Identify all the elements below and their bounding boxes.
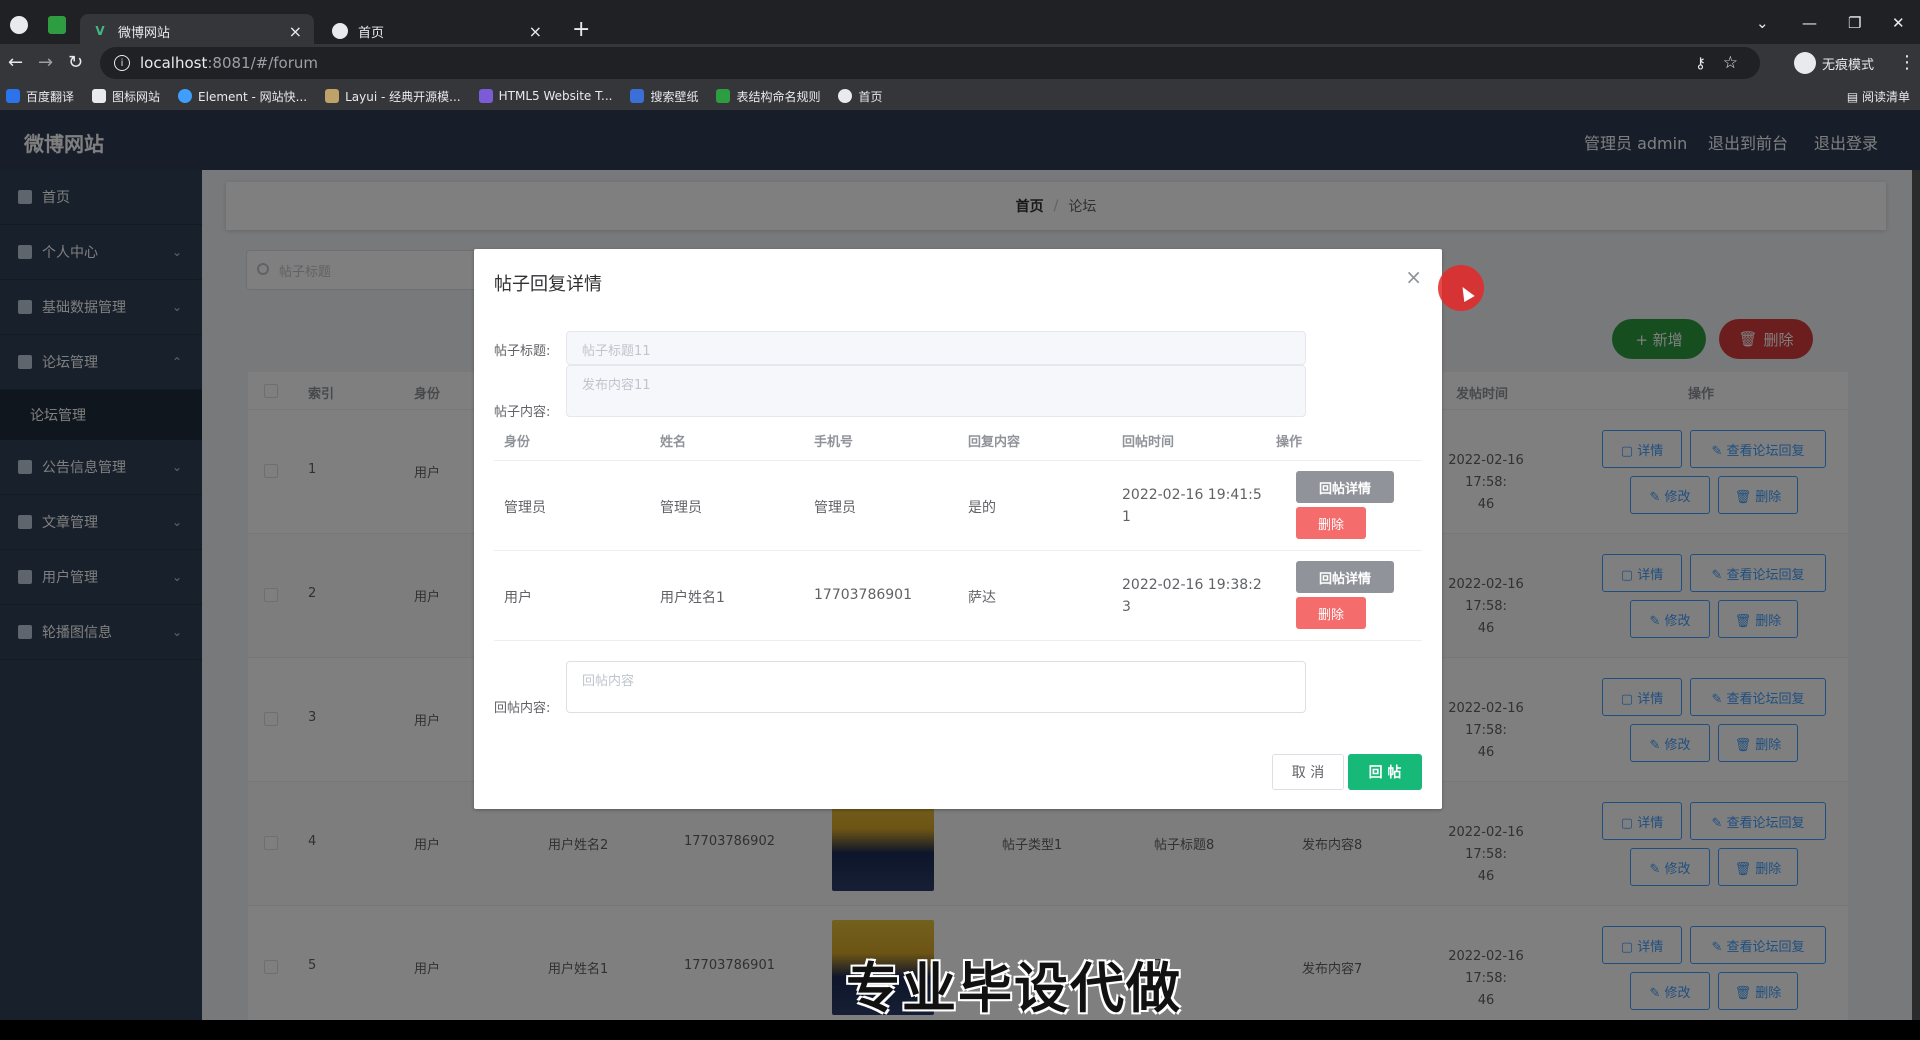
element-icon xyxy=(178,89,193,103)
bookmark-item[interactable]: Element - 网站快... xyxy=(178,88,307,105)
translate-icon xyxy=(6,89,20,103)
dialog-title: 帖子回复详情 xyxy=(494,274,602,295)
bookmark-label: 百度翻译 xyxy=(26,89,75,104)
incognito-icon xyxy=(1794,52,1816,74)
reply-header-name: 姓名 xyxy=(660,435,687,450)
bookmark-item[interactable]: 图标网站 xyxy=(92,88,160,105)
bookmark-label: Element - 网站快... xyxy=(198,89,308,104)
key-icon[interactable]: ⚷ xyxy=(1695,54,1706,72)
url-host: localhost xyxy=(140,54,208,72)
watermark-text: 专业毕设代做 xyxy=(846,957,1182,1020)
reading-list[interactable]: ▤ 阅读清单 xyxy=(1847,88,1910,105)
reply-header-identity: 身份 xyxy=(504,435,531,450)
minimize-icon[interactable]: — xyxy=(1802,14,1817,32)
table-icon xyxy=(716,89,731,103)
bookmark-item[interactable]: HTML5 Website T... xyxy=(478,89,613,103)
screen-bottom-bar xyxy=(0,1020,1920,1040)
submit-reply-button[interactable]: 回 帖 xyxy=(1348,754,1422,790)
layui-icon xyxy=(325,89,340,103)
tab-home[interactable]: 首页 × xyxy=(320,14,554,48)
tab-label: 首页 xyxy=(358,25,385,41)
flag-icon xyxy=(92,89,107,103)
url-path: :8081/#/forum xyxy=(207,54,318,72)
post-title-field: 帖子标题11 xyxy=(566,331,1306,365)
reply-row: 管理员 管理员 管理员 是的 2022-02-16 19:41:5 1 回帖详情… xyxy=(494,461,1422,551)
bookmark-item[interactable]: 首页 xyxy=(838,88,883,105)
app-favicon xyxy=(48,16,66,34)
star-icon[interactable]: ☆ xyxy=(1723,53,1738,73)
reply-time: 2022-02-16 19:41:5 1 xyxy=(1122,487,1262,525)
reply-identity: 用户 xyxy=(504,590,532,606)
bookmark-label: Layui - 经典开源模... xyxy=(345,89,461,104)
post-content-field: 发布内容11 xyxy=(566,365,1306,417)
reply-name: 用户姓名1 xyxy=(660,590,725,606)
reply-content-input[interactable]: 回帖内容 xyxy=(566,661,1306,713)
browser-tab-bar: V 微博网站 × 首页 × + ⌄ — ❐ ✕ xyxy=(0,0,1920,48)
wallpaper-icon xyxy=(630,89,645,103)
incognito-indicator[interactable]: 无痕模式 xyxy=(1794,52,1874,74)
reply-header-phone: 手机号 xyxy=(814,435,854,450)
reply-detail-button[interactable]: 回帖详情 xyxy=(1296,471,1394,503)
cancel-button[interactable]: 取 消 xyxy=(1272,754,1344,790)
reply-content-label: 回帖内容: xyxy=(494,701,551,716)
reload-icon[interactable]: ↻ xyxy=(68,52,83,73)
reply-row: 用户 用户姓名1 17703786901 萨达 2022-02-16 19:38… xyxy=(494,551,1422,641)
bookmark-label: 首页 xyxy=(858,89,883,104)
bookmark-label: 搜索壁纸 xyxy=(650,89,699,104)
globe-icon xyxy=(838,89,853,103)
forward-icon[interactable]: → xyxy=(38,52,53,73)
close-icon[interactable]: × xyxy=(289,22,302,41)
reply-content: 萨达 xyxy=(968,590,996,606)
bookmark-item[interactable]: 百度翻译 xyxy=(6,88,74,105)
browser-icon xyxy=(10,16,28,34)
globe-icon xyxy=(332,23,348,39)
back-icon[interactable]: ← xyxy=(8,52,23,73)
incognito-label: 无痕模式 xyxy=(1822,57,1875,73)
tab-search-icon[interactable]: ⌄ xyxy=(1756,14,1769,32)
info-icon[interactable]: i xyxy=(114,55,130,71)
bookmark-label: HTML5 Website T... xyxy=(498,89,613,103)
bookmarks-bar: 百度翻译 图标网站 Element - 网站快... Layui - 经典开源模… xyxy=(0,82,1920,110)
browser-toolbar: ← → ↻ i localhost :8081/#/forum ⚷ ☆ 无痕模式… xyxy=(0,44,1920,82)
reading-list-label: 阅读清单 xyxy=(1861,90,1910,104)
vue-icon: V xyxy=(95,24,105,38)
menu-icon[interactable]: ⋮ xyxy=(1898,52,1916,73)
new-tab-button[interactable]: + xyxy=(572,17,590,42)
page-scrollbar[interactable] xyxy=(1912,170,1920,1020)
tab-weibo[interactable]: V 微博网站 × xyxy=(80,14,314,48)
tab-label: 微博网站 xyxy=(118,25,171,41)
bookmark-label: 图标网站 xyxy=(112,89,161,104)
reply-detail-dialog: 帖子回复详情 × 帖子标题: 帖子标题11 帖子内容: 发布内容11 身份 姓名… xyxy=(474,249,1442,809)
reply-header-time: 回帖时间 xyxy=(1122,435,1175,450)
reply-time: 2022-02-16 19:38:2 3 xyxy=(1122,577,1262,615)
bookmark-label: 表结构命名规则 xyxy=(736,89,821,104)
close-icon[interactable]: × xyxy=(1405,265,1422,289)
reply-delete-button[interactable]: 删除 xyxy=(1296,597,1366,629)
reply-identity: 管理员 xyxy=(504,500,546,516)
html5-icon xyxy=(478,89,493,103)
reply-header-content: 回复内容 xyxy=(968,435,1021,450)
post-title-label: 帖子标题: xyxy=(494,344,551,359)
restore-icon[interactable]: ❐ xyxy=(1848,14,1861,32)
reply-header-actions: 操作 xyxy=(1276,435,1303,450)
reply-delete-button[interactable]: 删除 xyxy=(1296,507,1366,539)
post-content-label: 帖子内容: xyxy=(494,405,551,420)
reply-table-header: 身份 姓名 手机号 回复内容 回帖时间 操作 xyxy=(494,421,1422,461)
bookmark-item[interactable]: Layui - 经典开源模... xyxy=(325,88,461,105)
reply-phone: 管理员 xyxy=(814,500,856,516)
bookmark-item[interactable]: 表结构命名规则 xyxy=(716,88,820,105)
address-bar[interactable]: i localhost :8081/#/forum ⚷ ☆ xyxy=(100,47,1760,79)
bookmark-item[interactable]: 搜索壁纸 xyxy=(630,88,698,105)
reply-name: 管理员 xyxy=(660,500,702,516)
close-icon[interactable]: × xyxy=(529,22,542,41)
reply-detail-button[interactable]: 回帖详情 xyxy=(1296,561,1394,593)
reply-phone: 17703786901 xyxy=(814,587,912,603)
reply-content: 是的 xyxy=(968,500,996,516)
window-close-icon[interactable]: ✕ xyxy=(1892,14,1905,32)
